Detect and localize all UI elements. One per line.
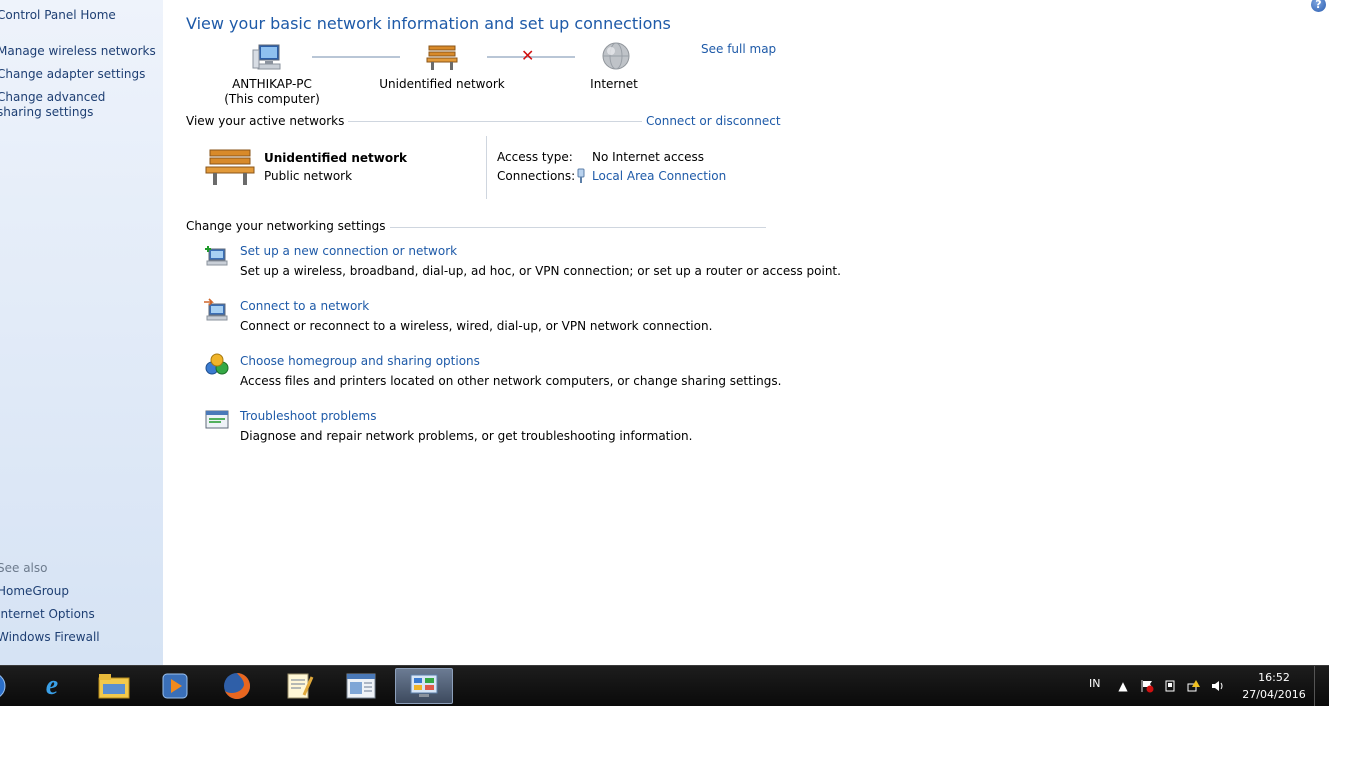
- change-adapter-settings-link[interactable]: Change adapter settings: [0, 67, 145, 82]
- homegroup-link[interactable]: HomeGroup: [0, 584, 69, 599]
- setup-new-connection-desc: Set up a wireless, broadband, dial-up, a…: [240, 264, 841, 278]
- local-area-connection-link[interactable]: Local Area Connection: [592, 169, 726, 183]
- control-panel-home-link[interactable]: Control Panel Home: [0, 8, 116, 23]
- connect-to-network-link[interactable]: Connect to a network: [240, 299, 369, 313]
- file-explorer-icon[interactable]: [86, 668, 142, 704]
- connect-or-disconnect-link[interactable]: Connect or disconnect: [642, 114, 781, 128]
- notepad-icon[interactable]: [271, 668, 327, 704]
- internet-globe-icon[interactable]: [600, 42, 632, 72]
- network-warning-icon[interactable]: [1187, 679, 1201, 693]
- setup-new-connection-link[interactable]: Set up a new connection or network: [240, 244, 457, 258]
- manage-wireless-networks-link[interactable]: Manage wireless networks: [0, 44, 156, 59]
- change-advanced-sharing-settings-link[interactable]: Change advanced sharing settings: [0, 90, 147, 120]
- access-type-value: No Internet access: [592, 150, 705, 164]
- page-title: View your basic network information and …: [186, 14, 671, 33]
- settings-heading: Change your networking settings: [186, 219, 390, 233]
- homegroup-icon[interactable]: [204, 353, 230, 377]
- connect-to-network-desc: Connect or reconnect to a wireless, wire…: [240, 319, 713, 333]
- new-connection-icon[interactable]: [204, 243, 230, 267]
- active-network-type[interactable]: Public network: [264, 169, 352, 183]
- firefox-icon[interactable]: [209, 668, 265, 704]
- connect-network-icon[interactable]: [204, 298, 230, 322]
- show-desktop-button[interactable]: [1314, 666, 1329, 706]
- public-network-bench-icon[interactable]: [204, 146, 256, 188]
- volume-icon[interactable]: [1211, 679, 1225, 693]
- taskbar: e IN ▲ 16:52 27/04/2016: [0, 665, 1329, 706]
- troubleshoot-link[interactable]: Troubleshoot problems: [240, 409, 376, 423]
- clock-date[interactable]: 27/04/2016: [1240, 688, 1308, 701]
- computer-sub: (This computer): [224, 92, 320, 106]
- see-full-map-link[interactable]: See full map: [701, 42, 776, 56]
- connections-label: Connections:: [497, 169, 576, 183]
- control-panel-icon[interactable]: [395, 668, 453, 704]
- ethernet-plug-icon: [576, 168, 586, 184]
- language-indicator[interactable]: IN: [1089, 677, 1100, 690]
- computer-icon[interactable]: [252, 42, 286, 72]
- map-network-label: Unidentified network: [379, 77, 505, 91]
- start-orb-icon[interactable]: [0, 668, 12, 704]
- internet-explorer-icon[interactable]: e: [24, 668, 80, 704]
- active-network-separator: [486, 136, 487, 199]
- window-app-icon[interactable]: [333, 668, 389, 704]
- see-also-heading: See also: [0, 561, 48, 575]
- bench-network-icon[interactable]: [425, 42, 459, 72]
- media-player-icon[interactable]: [147, 668, 203, 704]
- internet-options-link[interactable]: Internet Options: [0, 607, 95, 622]
- troubleshoot-icon[interactable]: [204, 408, 230, 432]
- sidebar: Control Panel Home Manage wireless netwo…: [0, 0, 163, 665]
- access-type-label: Access type:: [497, 150, 573, 164]
- homegroup-sharing-link[interactable]: Choose homegroup and sharing options: [240, 354, 480, 368]
- computer-name: ANTHIKAP-PC: [232, 77, 312, 91]
- active-networks-heading: View your active networks: [186, 114, 349, 128]
- show-hidden-icons-icon[interactable]: ▲: [1116, 679, 1130, 693]
- homegroup-sharing-desc: Access files and printers located on oth…: [240, 374, 782, 388]
- computer-label: ANTHIKAP-PC (This computer): [212, 77, 332, 107]
- map-connector-1: [312, 56, 400, 58]
- active-network-name: Unidentified network: [264, 151, 407, 165]
- help-icon[interactable]: ?: [1311, 0, 1326, 12]
- troubleshoot-desc: Diagnose and repair network problems, or…: [240, 429, 693, 443]
- action-center-flag-icon[interactable]: [1140, 679, 1154, 693]
- clock-time[interactable]: 16:52: [1240, 671, 1308, 684]
- no-connection-x-icon[interactable]: ✕: [521, 48, 534, 64]
- windows-firewall-link[interactable]: Windows Firewall: [0, 630, 100, 645]
- removable-device-icon[interactable]: [1163, 679, 1177, 693]
- map-internet-label: Internet: [590, 77, 638, 91]
